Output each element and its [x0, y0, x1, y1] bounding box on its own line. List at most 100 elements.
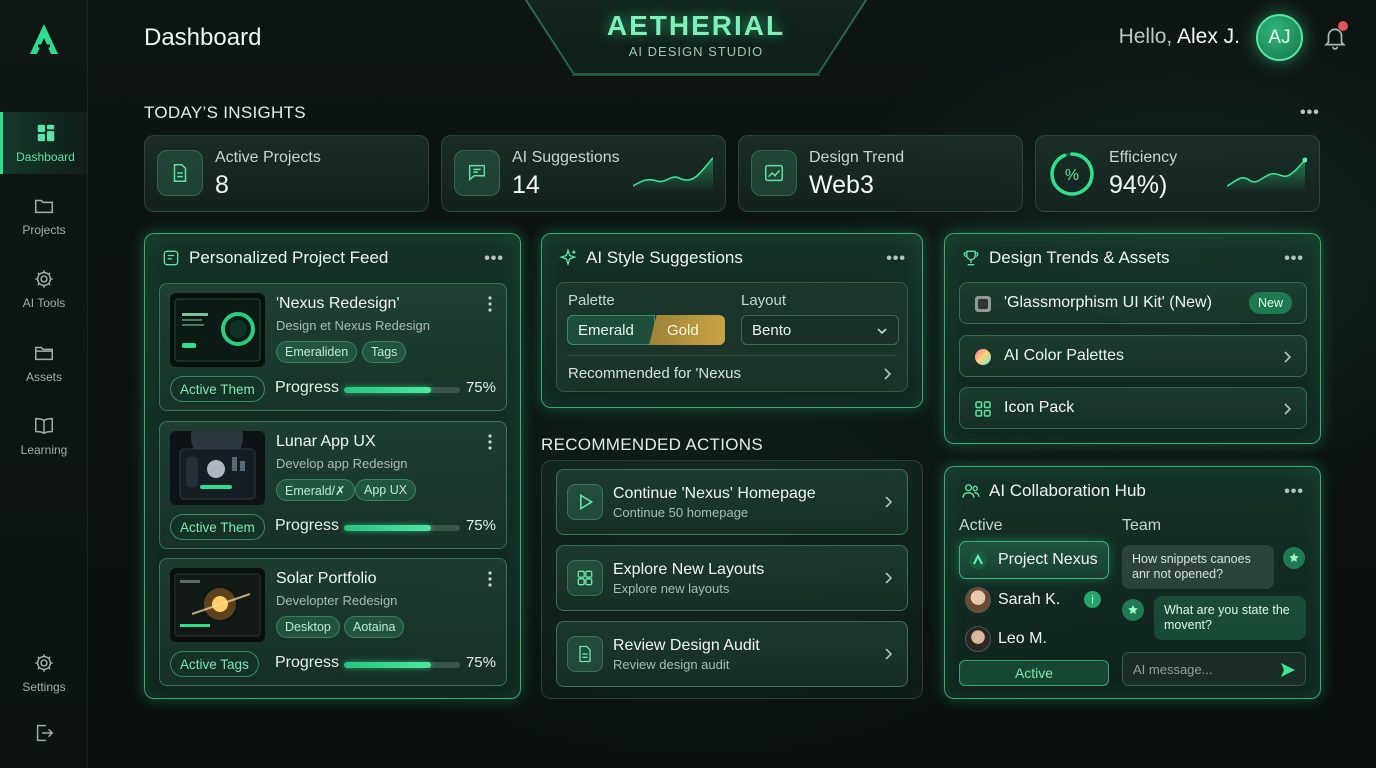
- sidebar-item-dashboard[interactable]: Dashboard: [0, 112, 88, 174]
- action-subtitle: Continue 50 homepage: [613, 505, 749, 520]
- project-card[interactable]: Solar Portfolio Developter Redesign Desk…: [159, 558, 507, 686]
- action-title: Continue 'Nexus' Homepage: [613, 485, 816, 502]
- progress-fill: [344, 662, 431, 668]
- kebab-icon[interactable]: [488, 296, 492, 312]
- stat-label: Design Trend: [809, 149, 905, 166]
- stat-card-design-trend[interactable]: Design Trend Web3: [738, 135, 1023, 212]
- users-icon: [962, 484, 980, 498]
- progress-value: 75%: [465, 654, 496, 671]
- panel-title: Design Trends & Assets: [961, 248, 1169, 268]
- kebab-icon[interactable]: [488, 434, 492, 450]
- panel-title-text: Design Trends & Assets: [989, 248, 1170, 267]
- chevron-right-icon: [885, 496, 893, 508]
- action-continue-homepage[interactable]: Continue 'Nexus' Homepage Continue 50 ho…: [556, 469, 908, 535]
- brand-tagline: AI DESIGN STUDIO: [628, 44, 764, 59]
- progress-fill: [344, 387, 431, 393]
- action-explore-layouts[interactable]: Explore New Layouts Explore new layouts: [556, 545, 908, 611]
- sidebar-item-assets[interactable]: Assets: [0, 332, 88, 394]
- brand-name: AETHERIAL: [606, 10, 786, 41]
- sidebar-item-label: Dashboard: [16, 150, 75, 164]
- project-nexus-item[interactable]: Project Nexus: [959, 541, 1109, 579]
- progress-fill: [344, 525, 431, 531]
- trend-chart-icon: [751, 150, 797, 196]
- sidebar-item-projects[interactable]: Projects: [0, 185, 88, 247]
- progress-label: Progress: [275, 517, 340, 534]
- stat-value: 8: [215, 171, 229, 199]
- more-icon[interactable]: •••: [484, 250, 504, 268]
- document-icon: [157, 150, 203, 196]
- actions-title: RECOMMENDED ACTIONS: [541, 435, 763, 454]
- avatar: [965, 626, 991, 652]
- actions-panel: Continue 'Nexus' Homepage Continue 50 ho…: [541, 460, 923, 699]
- asset-ai-color-palettes[interactable]: AI Color Palettes: [959, 335, 1307, 377]
- palette-label: Palette: [568, 292, 615, 309]
- stat-value: 94%): [1109, 171, 1168, 199]
- brand-banner: AETHERIAL AI DESIGN STUDIO: [524, 0, 868, 76]
- folder-icon: [35, 199, 53, 214]
- message-input[interactable]: AI message...: [1122, 652, 1306, 686]
- action-title: Review Design Audit: [613, 637, 760, 654]
- new-badge: New: [1248, 292, 1292, 314]
- feed-icon: [163, 250, 179, 266]
- sparkline: [1227, 157, 1307, 192]
- gear-icon: [35, 654, 53, 672]
- panel-title-text: AI Style Suggestions: [586, 248, 743, 267]
- logo-icon: [30, 24, 58, 54]
- project-tag[interactable]: Emeraliden: [276, 341, 358, 363]
- stat-card-efficiency[interactable]: % Efficiency 94%): [1035, 135, 1320, 212]
- project-tag[interactable]: Aotaina: [344, 616, 405, 638]
- more-icon[interactable]: •••: [886, 250, 906, 268]
- asset-glassmorphism-kit[interactable]: 'Glassmorphism UI Kit' (New) New: [959, 282, 1307, 324]
- project-tag[interactable]: Emerald/✗: [276, 479, 355, 501]
- palette-emerald-button[interactable]: Emerald: [567, 315, 655, 345]
- chat-message: How snippets canoes anr not opened?: [1122, 545, 1274, 589]
- project-name: Project Nexus: [998, 551, 1098, 568]
- asset-icon-pack[interactable]: Icon Pack: [959, 387, 1307, 429]
- layout-label: Layout: [741, 292, 787, 309]
- project-tag[interactable]: App UX: [355, 479, 417, 501]
- recommended-link[interactable]: Recommended for 'Nexus: [568, 365, 741, 382]
- action-subtitle: Review design audit: [613, 657, 730, 672]
- stat-card-ai-suggestions[interactable]: AI Suggestions 14: [441, 135, 726, 212]
- progress-value: 75%: [465, 517, 496, 534]
- palette-gold-button[interactable]: Gold: [649, 315, 725, 345]
- project-tag[interactable]: Tags: [362, 341, 407, 363]
- logout-icon[interactable]: [33, 722, 55, 744]
- avatar[interactable]: AJ: [1256, 14, 1303, 61]
- more-icon[interactable]: •••: [1284, 250, 1304, 268]
- active-button[interactable]: Active: [959, 660, 1109, 686]
- sidebar-item-label: Learning: [20, 443, 68, 457]
- status-badge[interactable]: Active Them: [170, 376, 265, 402]
- panel-title: AI Style Suggestions: [558, 248, 743, 268]
- sidebar-item-settings[interactable]: Settings: [0, 642, 88, 704]
- color-palette-icon: [975, 349, 991, 365]
- project-card[interactable]: Lunar App UX Develop app Redesign Emeral…: [159, 421, 507, 549]
- status-badge[interactable]: Active Them: [170, 514, 265, 540]
- sparkline: [633, 157, 713, 192]
- message-input-placeholder: AI message...: [1133, 662, 1213, 677]
- notification-badge: [1338, 21, 1348, 31]
- layout-select-value: Bento: [752, 321, 792, 339]
- chevron-right-icon[interactable]: [883, 367, 891, 381]
- more-icon[interactable]: •••: [1284, 483, 1304, 501]
- kebab-icon[interactable]: [488, 571, 492, 587]
- layout-grid-icon: [567, 560, 603, 596]
- document-icon: [567, 636, 603, 672]
- chevron-right-icon: [885, 648, 893, 660]
- project-subtitle: Design et Nexus Redesign: [276, 318, 430, 333]
- more-icon[interactable]: •••: [1300, 104, 1320, 122]
- sidebar-item-ai-tools[interactable]: AI Tools: [0, 258, 88, 320]
- project-tag[interactable]: Desktop: [276, 616, 340, 638]
- sidebar-item-label: AI Tools: [22, 296, 66, 310]
- panel-title: AI Collaboration Hub: [961, 481, 1146, 501]
- status-badge[interactable]: Active Tags: [170, 651, 259, 677]
- send-icon[interactable]: [1280, 662, 1296, 678]
- layout-select[interactable]: Bento: [741, 315, 899, 345]
- project-card[interactable]: 'Nexus Redesign' Design et Nexus Redesig…: [159, 283, 507, 411]
- project-icon: [969, 551, 987, 569]
- asset-label: AI Color Palettes: [1004, 347, 1125, 364]
- sidebar-item-learning[interactable]: Learning: [0, 405, 88, 467]
- action-review-audit[interactable]: Review Design Audit Review design audit: [556, 621, 908, 687]
- chevron-right-icon: [1284, 403, 1292, 415]
- stat-card-active-projects[interactable]: Active Projects 8: [144, 135, 429, 212]
